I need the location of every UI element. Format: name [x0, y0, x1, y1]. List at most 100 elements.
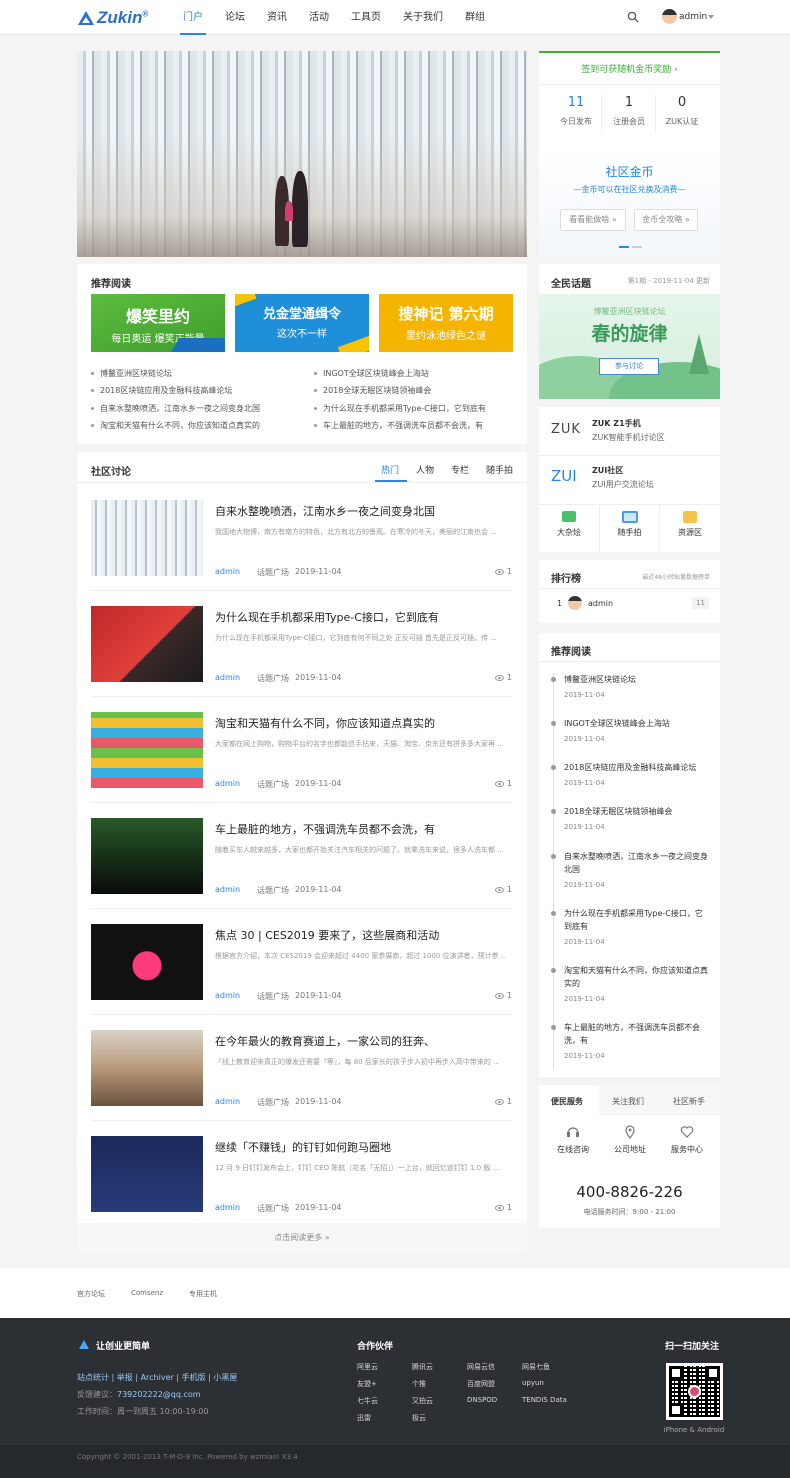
- sign-in-link[interactable]: 签到可获随机金币奖励 ›: [539, 51, 720, 85]
- timeline-item[interactable]: 为什么现在手机都采用Type-C接口，它到底有 2019-11-04: [551, 907, 709, 949]
- item-author[interactable]: admin: [215, 991, 240, 1000]
- forum-zuk[interactable]: ZUK ZUK Z1手机 ZUK智能手机讨论区: [539, 407, 720, 456]
- chevron-down-icon[interactable]: [708, 15, 714, 19]
- shortcut-misc[interactable]: 大杂烩: [539, 505, 599, 552]
- tab-newbie[interactable]: 社区新手: [673, 1096, 705, 1107]
- timeline-item[interactable]: 淘宝和天猫有什么不同，你应该知道点真实的 2019-11-04: [551, 964, 709, 1006]
- company-address[interactable]: 公司地址: [611, 1125, 649, 1155]
- link-hosting[interactable]: 专用主机: [189, 1289, 217, 1299]
- link-archiver[interactable]: Archiver: [141, 1373, 174, 1382]
- load-more-button[interactable]: 点击阅读更多 »: [77, 1223, 527, 1252]
- list-item[interactable]: 为什么现在手机都采用Type-C接口，它到底有: [314, 403, 486, 414]
- tab-column[interactable]: 专栏: [451, 463, 469, 476]
- nav-about[interactable]: 关于我们: [392, 0, 454, 35]
- item-author[interactable]: admin: [215, 1097, 240, 1106]
- coin-usage-button[interactable]: 看看能做啥 »: [560, 209, 626, 231]
- partner-logo[interactable]: 网易云信: [467, 1362, 495, 1372]
- thumbnail-image[interactable]: [91, 500, 203, 576]
- link-mobile[interactable]: 手机版: [182, 1373, 206, 1382]
- link-report[interactable]: 举报: [117, 1373, 133, 1382]
- tab-service[interactable]: 便民服务: [551, 1096, 583, 1107]
- item-title[interactable]: 淘宝和天猫有什么不同，你应该知道点真实的: [215, 715, 435, 731]
- list-item[interactable]: 车上最脏的地方，不强调洗车员都不会洗，有 随着买车人越来越多，大家也都开始关注汽…: [91, 803, 512, 909]
- nav-tools[interactable]: 工具页: [340, 0, 392, 35]
- shortcut-photos[interactable]: 随手拍: [599, 505, 660, 552]
- thumbnail-image[interactable]: [91, 1136, 203, 1212]
- nav-groups[interactable]: 群组: [454, 0, 496, 35]
- link-stats[interactable]: 站点统计: [77, 1373, 109, 1382]
- partner-logo[interactable]: 七牛云: [357, 1396, 378, 1406]
- partner-logo[interactable]: DNSPOD: [467, 1396, 497, 1404]
- thumbnail-image[interactable]: [91, 712, 203, 788]
- slide-dots[interactable]: [619, 246, 642, 248]
- nav-portal[interactable]: 门户: [172, 0, 214, 35]
- tab-snapshots[interactable]: 随手拍: [486, 463, 513, 476]
- item-forum[interactable]: 话题广场: [257, 885, 289, 896]
- hero-slide-image[interactable]: [77, 51, 527, 257]
- banner-laugh-rio[interactable]: 爆笑里约 每日奥运 爆笑正能量: [91, 294, 225, 352]
- timeline-item[interactable]: 自来水整晚喷洒，江南水乡一夜之间变身北国 2019-11-04: [551, 850, 709, 892]
- partner-logo[interactable]: 极云: [412, 1413, 426, 1423]
- topic-banner[interactable]: 博鳌亚洲区块链论坛 春的旋律 参与讨论: [539, 294, 720, 399]
- nav-events[interactable]: 活动: [298, 0, 340, 35]
- timeline-item[interactable]: 博鳌亚洲区块链论坛 2019-11-04: [551, 673, 709, 702]
- tab-follow[interactable]: 关注我们: [612, 1096, 644, 1107]
- timeline-item[interactable]: 2018区块链应用及金融科技高峰论坛 2019-11-04: [551, 761, 709, 790]
- user-avatar[interactable]: [662, 9, 677, 24]
- partner-logo[interactable]: 又拍云: [412, 1396, 433, 1406]
- item-author[interactable]: admin: [215, 1203, 240, 1212]
- partner-logo[interactable]: 迅雷: [357, 1413, 371, 1423]
- partner-logo[interactable]: 友盟+: [357, 1379, 377, 1389]
- timeline-item[interactable]: 2018全球无眠区块链领袖峰会 2019-11-04: [551, 805, 709, 834]
- link-official[interactable]: 官方论坛: [77, 1289, 105, 1299]
- service-center[interactable]: 服务中心: [667, 1125, 707, 1155]
- shortcut-resources[interactable]: 资源区: [660, 505, 720, 552]
- list-item[interactable]: 淘宝和天猫有什么不同，你应该知道点真实的 大家都在网上购物，购物平台的名字也都能…: [91, 697, 512, 803]
- rank-user[interactable]: admin: [588, 599, 613, 608]
- list-item[interactable]: 为什么现在手机都采用Type-C接口，它到底有 为什么现在手机都采用Type-C…: [91, 591, 512, 697]
- banner-wanted[interactable]: 兑金堂通缉令 这次不一样: [235, 294, 369, 352]
- item-forum[interactable]: 话题广场: [257, 1097, 289, 1108]
- coin-guide-button[interactable]: 金币全攻略 »: [634, 209, 698, 231]
- nav-forum[interactable]: 论坛: [214, 0, 256, 35]
- item-forum[interactable]: 话题广场: [257, 991, 289, 1002]
- partner-logo[interactable]: upyun: [522, 1379, 544, 1387]
- thumbnail-image[interactable]: [91, 924, 203, 1000]
- list-item[interactable]: 博鳌亚洲区块链论坛: [91, 368, 172, 379]
- item-forum[interactable]: 话题广场: [257, 567, 289, 578]
- link-blackroom[interactable]: 小黑屋: [213, 1373, 237, 1382]
- tab-people[interactable]: 人物: [416, 463, 434, 476]
- item-title[interactable]: 焦点 30 | CES2019 要来了，这些展商和活动: [215, 927, 439, 943]
- partner-logo[interactable]: TENDIS Data: [522, 1396, 567, 1404]
- link-comsenz[interactable]: Comsenz: [131, 1289, 163, 1297]
- thumbnail-image[interactable]: [91, 818, 203, 894]
- item-author[interactable]: admin: [215, 673, 240, 682]
- item-title[interactable]: 继续「不赚钱」的钉钉如何跑马圈地: [215, 1139, 391, 1155]
- item-forum[interactable]: 话题广场: [257, 1203, 289, 1214]
- item-title[interactable]: 在今年最火的教育赛道上，一家公司的狂奔、: [215, 1033, 435, 1049]
- partner-logo[interactable]: 个推: [412, 1379, 426, 1389]
- list-item[interactable]: 车上最脏的地方，不强调洗车员都不会洗，有: [314, 420, 483, 431]
- tab-hot[interactable]: 热门: [381, 463, 399, 476]
- item-title[interactable]: 自来水整晚喷洒，江南水乡一夜之间变身北国: [215, 503, 435, 519]
- online-consult[interactable]: 在线咨询: [555, 1125, 591, 1155]
- list-item[interactable]: 自来水整晚喷洒，江南水乡一夜之间变身北国: [91, 403, 260, 414]
- banner-search-god[interactable]: 搜神记 第六期 里约泳池绿色之谜: [379, 294, 513, 352]
- list-item[interactable]: INGOT全球区块链峰会上海站: [314, 368, 429, 379]
- list-item[interactable]: 在今年最火的教育赛道上，一家公司的狂奔、 「线上教育迎来真正的爆发还需要『等』，…: [91, 1015, 512, 1121]
- timeline-item[interactable]: INGOT全球区块链峰会上海站 2019-11-04: [551, 717, 709, 746]
- list-item[interactable]: 2018区块链应用及金融科技高峰论坛: [91, 385, 232, 396]
- nav-news[interactable]: 资讯: [256, 0, 298, 35]
- item-title[interactable]: 车上最脏的地方，不强调洗车员都不会洗，有: [215, 821, 435, 837]
- item-forum[interactable]: 话题广场: [257, 673, 289, 684]
- timeline-item[interactable]: 车上最脏的地方，不强调洗车员都不会洗，有 2019-11-04: [551, 1021, 709, 1063]
- partner-logo[interactable]: 网易七鱼: [522, 1362, 550, 1372]
- partner-logo[interactable]: 腾讯云: [412, 1362, 433, 1372]
- join-topic-button[interactable]: 参与讨论: [599, 358, 659, 375]
- search-icon[interactable]: [627, 11, 639, 23]
- item-title[interactable]: 为什么现在手机都采用Type-C接口，它到底有: [215, 609, 439, 625]
- list-item[interactable]: 淘宝和天猫有什么不同，你应该知道点真实的: [91, 420, 260, 431]
- thumbnail-image[interactable]: [91, 1030, 203, 1106]
- avatar[interactable]: [568, 596, 582, 610]
- forum-zui[interactable]: ZUI ZUI社区 ZUI用户交流论坛: [539, 456, 720, 505]
